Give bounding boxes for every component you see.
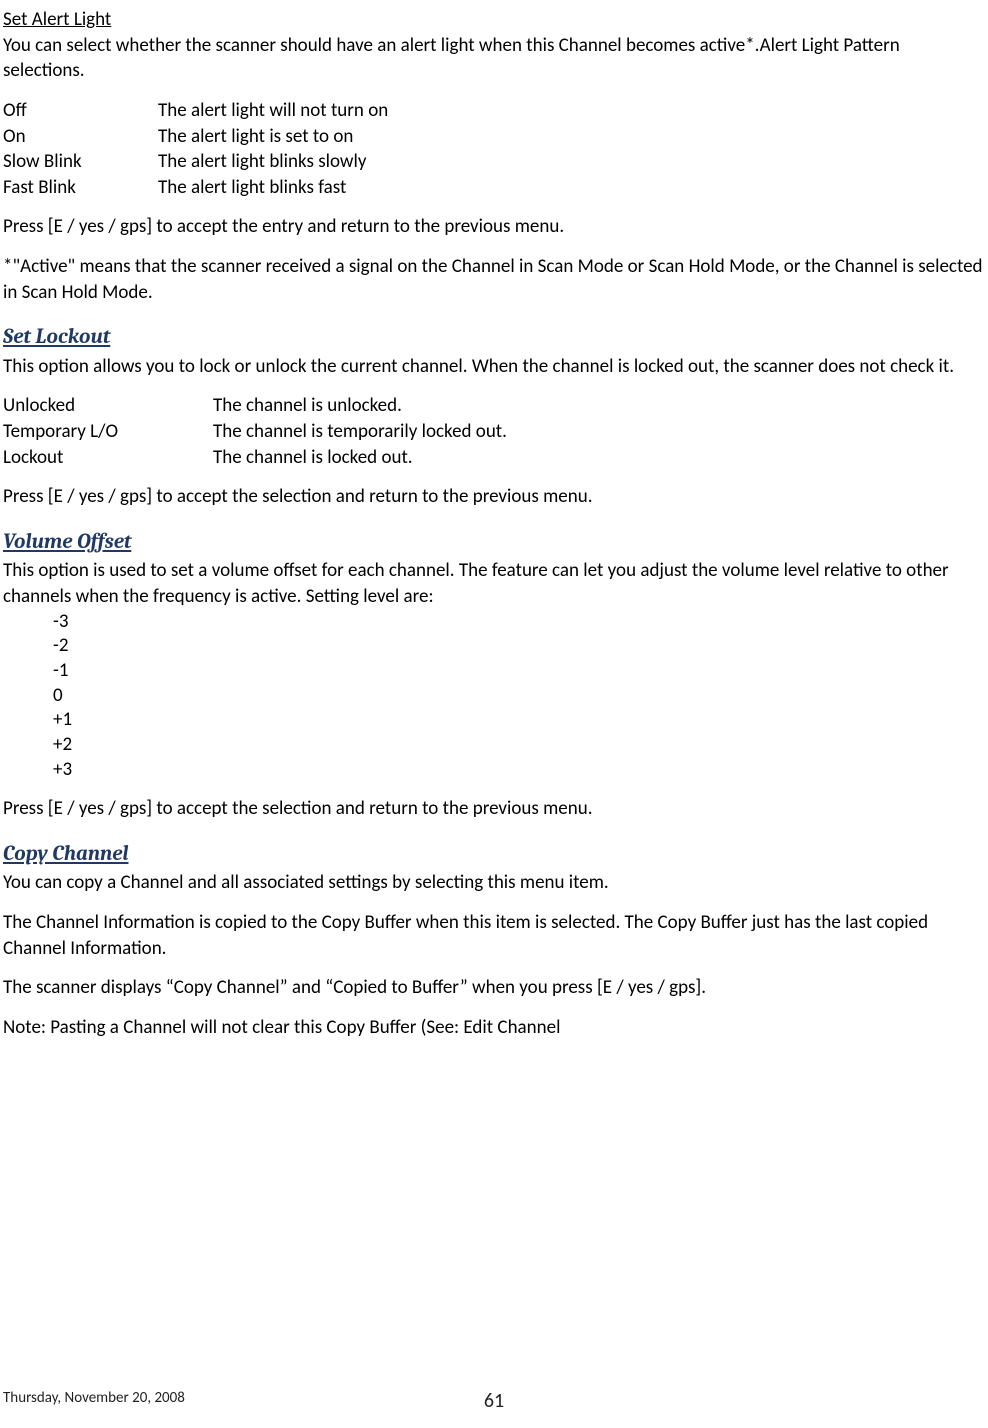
option-label: On (3, 124, 158, 150)
option-desc: The alert light is set to on (158, 124, 353, 150)
section-set-lockout: Set Lockout This option allows you to lo… (3, 323, 985, 510)
section-title: Set Alert Light (3, 7, 985, 33)
option-desc: The alert light blinks slowly (158, 149, 366, 175)
option-desc: The alert light will not turn on (158, 98, 388, 124)
table-row: Fast Blink The alert light blinks fast (3, 175, 985, 201)
table-row: Slow Blink The alert light blinks slowly (3, 149, 985, 175)
list-item: +3 (53, 758, 985, 783)
section-heading: Set Lockout (3, 323, 985, 351)
level-list: -3 -2 -1 0 +1 +2 +3 (3, 610, 985, 783)
footer-page-number: 61 (484, 1388, 504, 1415)
table-row: Lockout The channel is locked out. (3, 445, 985, 471)
accept-instruction: Press [E / yes / gps] to accept the sele… (3, 484, 985, 510)
table-row: Unlocked The channel is unlocked. (3, 393, 985, 419)
table-row: Off The alert light will not turn on (3, 98, 985, 124)
section-volume-offset: Volume Offset This option is used to set… (3, 528, 985, 822)
footer-date: Thursday, November 20, 2008 (3, 1388, 185, 1408)
section-heading: Copy Channel (3, 840, 985, 868)
option-table: Off The alert light will not turn on On … (3, 98, 985, 201)
option-desc: The channel is temporarily locked out. (213, 419, 507, 445)
section-set-alert-light: Set Alert Light You can select whether t… (3, 7, 985, 305)
body-text: Note: Pasting a Channel will not clear t… (3, 1015, 985, 1041)
option-label: Lockout (3, 445, 213, 471)
accept-instruction: Press [E / yes / gps] to accept the sele… (3, 796, 985, 822)
accept-instruction: Press [E / yes / gps] to accept the entr… (3, 214, 985, 240)
section-copy-channel: Copy Channel You can copy a Channel and … (3, 840, 985, 1041)
option-desc: The channel is unlocked. (213, 393, 402, 419)
section-intro: You can select whether the scanner shoul… (3, 33, 985, 84)
list-item: +1 (53, 708, 985, 733)
option-label: Slow Blink (3, 149, 158, 175)
section-intro: This option is used to set a volume offs… (3, 558, 985, 609)
option-label: Temporary L/O (3, 419, 213, 445)
option-desc: The alert light blinks fast (158, 175, 346, 201)
list-item: 0 (53, 684, 985, 709)
section-heading: Volume Offset (3, 528, 985, 556)
section-intro: This option allows you to lock or unlock… (3, 354, 985, 380)
option-label: Off (3, 98, 158, 124)
list-item: -1 (53, 659, 985, 684)
footnote: *"Active" means that the scanner receive… (3, 254, 985, 305)
list-item: +2 (53, 733, 985, 758)
option-desc: The channel is locked out. (213, 445, 413, 471)
body-text: The Channel Information is copied to the… (3, 910, 985, 961)
body-text: You can copy a Channel and all associate… (3, 870, 985, 896)
list-item: -3 (53, 610, 985, 635)
list-item: -2 (53, 634, 985, 659)
table-row: On The alert light is set to on (3, 124, 985, 150)
option-label: Fast Blink (3, 175, 158, 201)
option-label: Unlocked (3, 393, 213, 419)
page-footer: Thursday, November 20, 2008 61 (3, 1388, 985, 1408)
body-text: The scanner displays “Copy Channel” and … (3, 975, 985, 1001)
table-row: Temporary L/O The channel is temporarily… (3, 419, 985, 445)
option-table: Unlocked The channel is unlocked. Tempor… (3, 393, 985, 470)
